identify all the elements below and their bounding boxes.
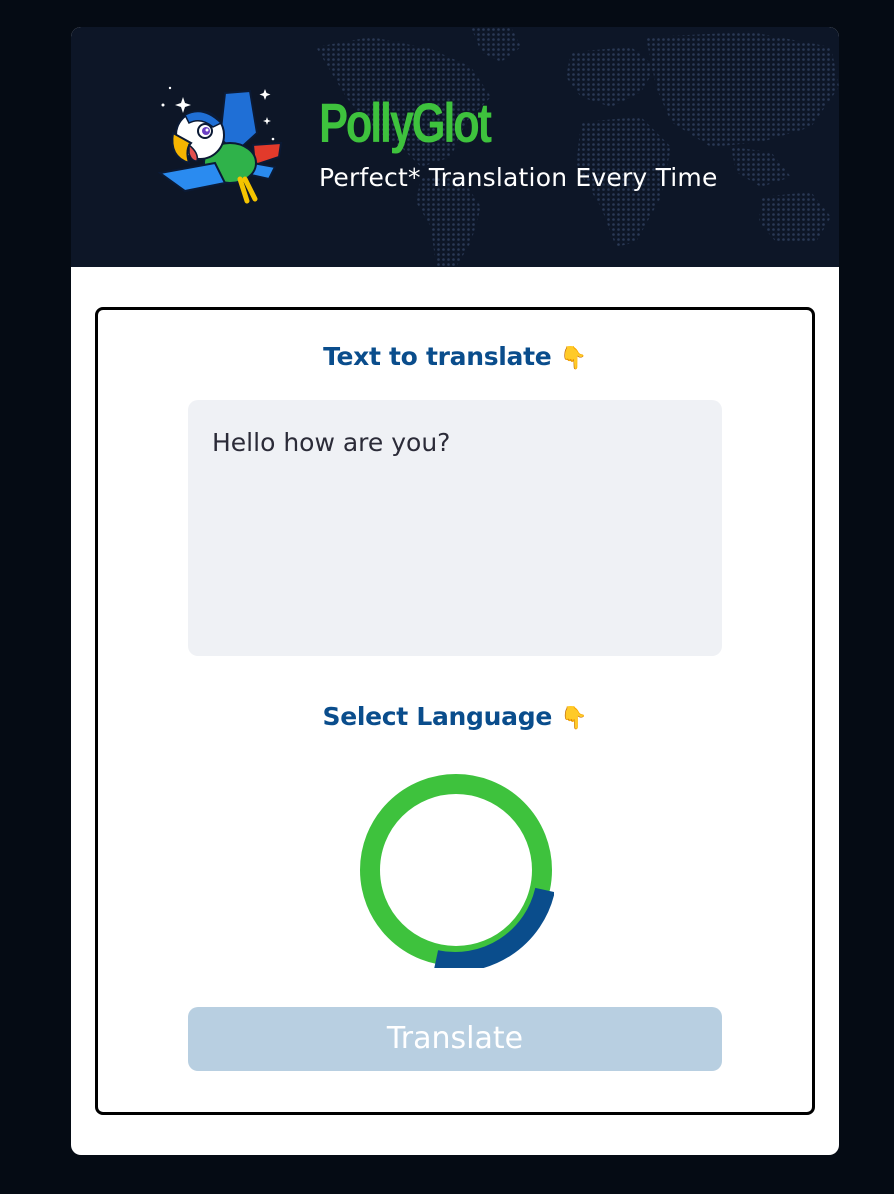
- app-title: PollyGlot: [319, 91, 492, 154]
- pointing-down-icon: 👇: [560, 706, 588, 731]
- app-subtitle: Perfect* Translation Every Time: [319, 163, 718, 192]
- text-to-translate-label: Text to translate: [323, 342, 552, 371]
- parrot-icon: [157, 86, 283, 204]
- translate-button[interactable]: Translate: [188, 1007, 722, 1071]
- text-to-translate-input[interactable]: Hello how are you?: [188, 400, 722, 656]
- text-to-translate-heading: Text to translate 👇: [98, 340, 812, 376]
- loading-spinner: [360, 774, 554, 968]
- translate-panel: Text to translate 👇 Hello how are you? S…: [95, 307, 815, 1115]
- pointing-down-icon: 👇: [559, 346, 587, 371]
- app-card: PollyGlot Perfect* Translation Every Tim…: [71, 27, 839, 1155]
- app-header: PollyGlot Perfect* Translation Every Tim…: [71, 27, 839, 267]
- select-language-heading: Select Language 👇: [98, 700, 812, 736]
- select-language-label: Select Language: [322, 702, 553, 731]
